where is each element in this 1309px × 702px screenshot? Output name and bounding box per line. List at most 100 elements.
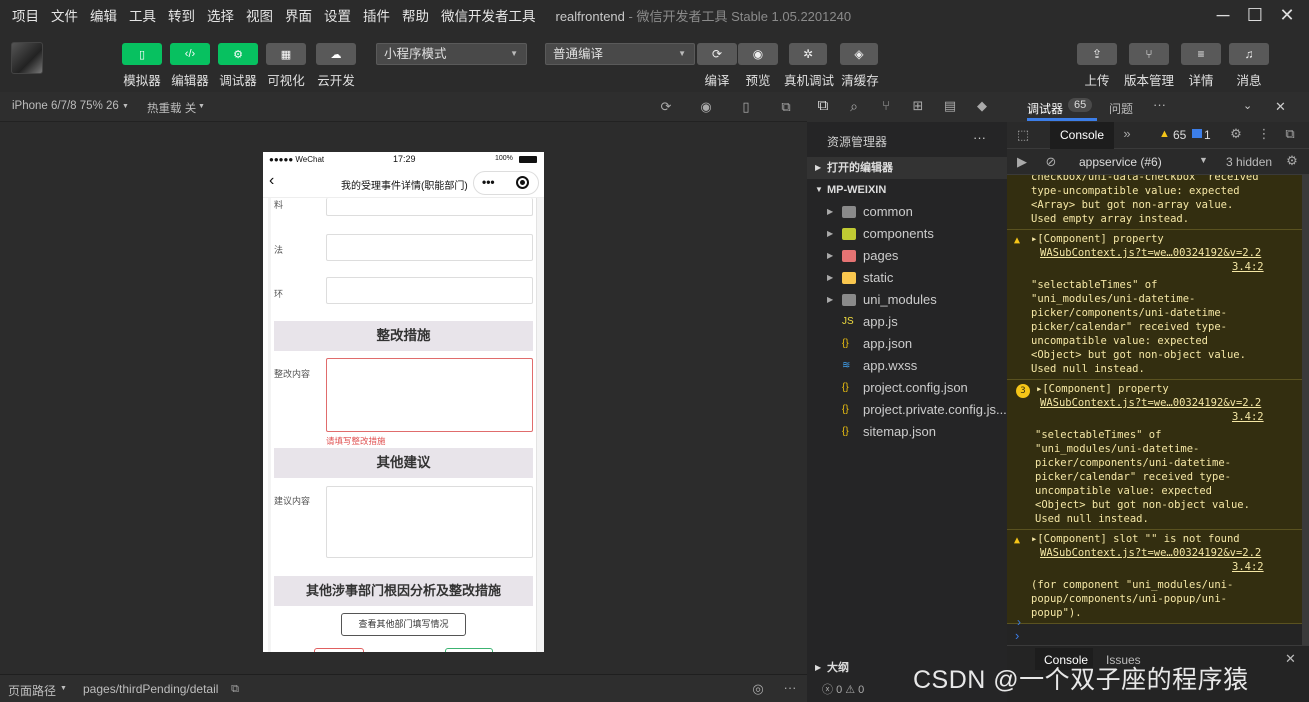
more-icon[interactable]: ••• [482, 175, 495, 189]
menu-item-6[interactable]: 视图 [246, 5, 273, 25]
console-warning[interactable]: 3 ▸[Component] property WASubContext.js?t=… [1007, 380, 1302, 530]
problem-counts[interactable]: ⓧ 0 ⚠ 0 [822, 681, 864, 697]
source-link-line[interactable]: 3.4:2 [1232, 560, 1264, 574]
bug-action-button[interactable]: ✲ [789, 43, 827, 65]
project-section[interactable]: ▼ MP-WEIXIN [807, 179, 1007, 201]
source-link[interactable]: WASubContext.js?t=we…00324192&v=2.2 [1040, 246, 1261, 260]
sidebar-toggle-icon[interactable]: ▶ [1015, 155, 1029, 169]
tab-console[interactable]: Console [1050, 122, 1114, 149]
tab-debugger[interactable]: 调试器 [1027, 100, 1063, 117]
source-link[interactable]: WASubContext.js?t=we…00324192&v=2.2 [1040, 396, 1261, 410]
debug-toggle-button[interactable]: ⚙ [218, 43, 258, 65]
more-icon[interactable]: ··· [783, 681, 797, 695]
stop-icon[interactable]: ◉ [699, 100, 713, 114]
source-link-line[interactable]: 3.4:2 [1232, 260, 1264, 274]
upload-button[interactable]: ⇪ [1077, 43, 1117, 65]
menu-item-5[interactable]: 选择 [207, 5, 234, 25]
tree-item-app-js[interactable]: JS app.js [807, 311, 1007, 333]
avatar[interactable] [11, 42, 43, 74]
view-other-departments-button[interactable]: 查看其他部门填写情况 [341, 613, 466, 636]
hidden-count[interactable]: 3 hidden [1226, 155, 1272, 169]
copy-icon[interactable]: ⧉ [228, 682, 242, 696]
kebab-icon[interactable]: ⋮ [1257, 127, 1271, 141]
chevron-down-icon[interactable]: ⌄ [1243, 99, 1252, 112]
menu-item-9[interactable]: 插件 [363, 5, 390, 25]
console-warning[interactable]: ▲ ▸[Component] slot "" is not found WASubC… [1007, 530, 1302, 624]
extensions-icon[interactable]: ⊞ [911, 99, 925, 113]
suggestion-content-textarea[interactable] [326, 486, 533, 558]
source-control-icon[interactable]: ⑂ [879, 99, 893, 113]
docker-icon[interactable]: ◆ [975, 99, 989, 113]
context-select[interactable]: appservice (#6) [1079, 155, 1162, 169]
close-button[interactable]: ✕ [1276, 4, 1298, 26]
maximize-button[interactable]: ☐ [1244, 4, 1266, 26]
menu-item-0[interactable]: 项目 [12, 5, 39, 25]
warning-count[interactable]: 65 [1173, 128, 1186, 142]
menu-item-1[interactable]: 文件 [51, 5, 78, 25]
layers-action-button[interactable]: ◈ [840, 43, 878, 65]
rectify-content-textarea[interactable] [326, 358, 533, 432]
dock-icon[interactable]: ⧉ [1283, 127, 1297, 141]
bell-button[interactable]: ♫ [1229, 43, 1269, 65]
page-path-label[interactable]: 页面路径 [8, 682, 56, 699]
minimize-button[interactable]: ─ [1212, 4, 1234, 26]
menu-item-11[interactable]: 微信开发者工具 [441, 5, 536, 25]
compile-select[interactable]: 普通编译 ▼ [545, 43, 695, 65]
tree-item-pages[interactable]: ▶ pages [807, 245, 1007, 267]
phone-toggle-button[interactable]: ▯ [122, 43, 162, 65]
menu-button[interactable]: ≡ [1181, 43, 1221, 65]
menu-item-4[interactable]: 转到 [168, 5, 195, 25]
tree-item-project-config-json[interactable]: {} project.config.json [807, 377, 1007, 399]
more-tabs-icon[interactable]: » [1120, 127, 1134, 141]
tree-item-app-json[interactable]: {} app.json [807, 333, 1007, 355]
close-target-icon[interactable] [516, 176, 529, 189]
mode-select[interactable]: 小程序模式 ▼ [376, 43, 527, 65]
eye-action-button[interactable]: ◉ [738, 43, 778, 65]
tree-item-static[interactable]: ▶ static [807, 267, 1007, 289]
tree-item-components[interactable]: ▶ components [807, 223, 1007, 245]
files-icon[interactable]: ⧉ [816, 98, 830, 113]
reject-button[interactable] [314, 648, 364, 652]
menu-item-2[interactable]: 编辑 [90, 5, 117, 25]
more-icon[interactable]: ··· [1153, 97, 1166, 112]
cloud-toggle-button[interactable]: ☁ [316, 43, 356, 65]
menu-item-3[interactable]: 工具 [129, 5, 156, 25]
inspect-icon[interactable]: ⬚ [1016, 128, 1030, 142]
tree-item-common[interactable]: ▶ common [807, 201, 1007, 223]
eye-icon[interactable]: ◎ [751, 682, 765, 696]
code-toggle-button[interactable]: ‹/› [170, 43, 210, 65]
input-liao[interactable] [326, 198, 533, 216]
console-prompt-icon[interactable]: › [1017, 615, 1021, 629]
menu-item-10[interactable]: 帮助 [402, 5, 429, 25]
open-editors-section[interactable]: ▶ 打开的编辑器 [807, 157, 1007, 179]
hotreload-select[interactable]: 热重载 关 [147, 100, 196, 116]
refresh-action-button[interactable]: ⟳ [697, 43, 737, 65]
layout-toggle-button[interactable]: ▦ [266, 43, 306, 65]
menu-item-7[interactable]: 界面 [285, 5, 312, 25]
search-icon[interactable]: ⌕ [847, 99, 861, 113]
tab-issues[interactable]: 问题 [1109, 100, 1133, 117]
tree-item-project-private-config-js-[interactable]: {} project.private.config.js... [807, 399, 1007, 421]
back-icon[interactable]: ‹ [269, 172, 274, 190]
device-select[interactable]: iPhone 6/7/8 75% 26 [12, 100, 119, 112]
tree-item-uni-modules[interactable]: ▶ uni_modules [807, 289, 1007, 311]
close-icon[interactable]: ✕ [1275, 99, 1286, 115]
capsule-menu[interactable]: ••• [473, 171, 539, 195]
clear-console-icon[interactable]: ⊘ [1044, 155, 1058, 169]
console-warning[interactable]: ▲ ▸[Component] property WASubContext.js?t=… [1007, 230, 1302, 380]
confirm-button[interactable] [445, 648, 493, 652]
phone-icon[interactable]: ▯ [739, 100, 753, 114]
branch-button[interactable]: ⑂ [1129, 43, 1169, 65]
input-huan[interactable] [326, 277, 533, 304]
tree-item-sitemap-json[interactable]: {} sitemap.json [807, 421, 1007, 443]
console-warning[interactable]: checkbox/uni-data-checkbox" received type… [1007, 175, 1302, 230]
source-link-line[interactable]: 3.4:2 [1232, 410, 1264, 424]
console-scrollbar[interactable] [1302, 175, 1309, 645]
more-icon[interactable]: ··· [973, 130, 986, 145]
menu-item-8[interactable]: 设置 [324, 5, 351, 25]
info-count[interactable]: 1 [1204, 128, 1211, 142]
gear-icon[interactable]: ⚙ [1229, 127, 1243, 141]
rotate-icon[interactable]: ⟳ [659, 100, 673, 114]
popout-icon[interactable]: ⧉ [779, 100, 793, 114]
close-icon[interactable]: ✕ [1285, 651, 1296, 667]
